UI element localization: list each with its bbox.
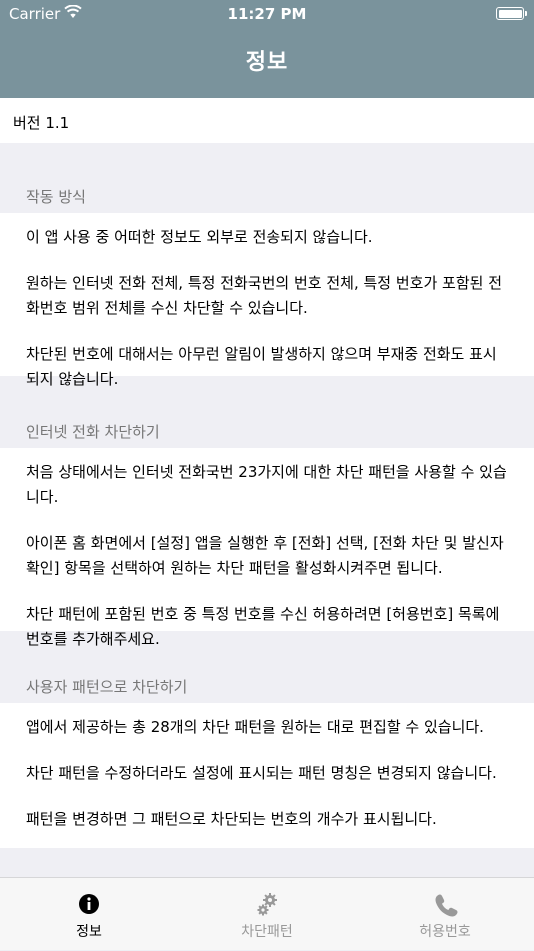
tab-label: 정보 <box>76 924 102 940</box>
page-title: 정보 <box>245 50 289 75</box>
paragraph: 차단된 번호에 대해서는 아무런 알림이 발생하지 않으며 부재중 전화도 표시… <box>26 345 497 388</box>
clock: 11:27 PM <box>227 5 307 23</box>
paragraph: 패턴을 변경하면 그 패턴으로 차단되는 번호의 개수가 표시됩니다. <box>26 810 437 828</box>
section-header-block-internet-calls: 인터넷 전화 차단하기 <box>26 423 160 441</box>
paragraph: 이 앱 사용 중 어떠한 정보도 외부로 전송되지 않습니다. <box>26 228 373 246</box>
info-icon <box>79 894 99 914</box>
navigation-header: Carrier 11:27 PM 정보 <box>0 0 534 98</box>
paragraph: 처음 상태에서는 인터넷 전화국번 23가지에 대한 차단 패턴을 사용할 수 … <box>26 463 507 506</box>
section-header-custom-patterns: 사용자 패턴으로 차단하기 <box>26 678 188 696</box>
tab-block-patterns[interactable]: 차단패턴 <box>178 878 356 951</box>
paragraph: 앱에서 제공하는 총 28개의 차단 패턴을 원하는 대로 편집할 수 있습니다… <box>26 718 484 736</box>
battery-icon <box>496 7 527 20</box>
paragraph: 원하는 인터넷 전화 전체, 특정 전화국번의 번호 전체, 특정 번호가 포함… <box>26 274 502 317</box>
section-body-custom-patterns: 앱에서 제공하는 총 28개의 차단 패턴을 원하는 대로 편집할 수 있습니다… <box>0 703 534 848</box>
paragraph: 차단 패턴을 수정하더라도 설정에 표시되는 패턴 명칭은 변경되지 않습니다. <box>26 764 497 782</box>
gears-icon <box>257 893 277 916</box>
tab-label: 허용번호 <box>419 924 471 940</box>
status-bar: Carrier 11:27 PM <box>0 0 534 28</box>
paragraph: 차단 패턴에 포함된 번호 중 특정 번호를 수신 허용하려면 [허용번호] 목… <box>26 605 500 648</box>
tab-info[interactable]: 정보 <box>0 878 178 951</box>
version-label: 버전 1.1 <box>13 114 70 132</box>
section-header-how-it-works: 작동 방식 <box>26 188 86 206</box>
section-body-block-internet-calls: 처음 상태에서는 인터넷 전화국번 23가지에 대한 차단 패턴을 사용할 수 … <box>0 448 534 648</box>
version-row: 버전 1.1 <box>0 98 534 143</box>
tab-bar: 정보 차단패턴 허용번호 <box>0 877 534 950</box>
tab-allowed-numbers[interactable]: 허용번호 <box>356 878 534 951</box>
section-body-how-it-works: 이 앱 사용 중 어떠한 정보도 외부로 전송되지 않습니다. 원하는 인터넷 … <box>0 213 534 388</box>
phone-icon <box>435 894 458 917</box>
paragraph: 아이폰 홈 화면에서 [설정] 앱을 실행한 후 [전화] 선택, [전화 차단… <box>26 534 504 577</box>
tab-label: 차단패턴 <box>241 924 293 940</box>
